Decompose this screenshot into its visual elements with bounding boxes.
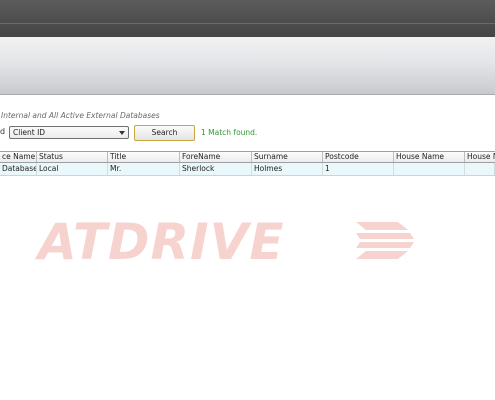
column-header-surname[interactable]: Surname [252,152,323,162]
title-bar [0,0,495,37]
column-header-forename[interactable]: ForeName [180,152,252,162]
column-header-postcode[interactable]: Postcode [323,152,394,162]
watermark-logo: ATDRIVE [38,212,418,274]
cell-title: Mr. [108,163,180,175]
column-header-house-name[interactable]: House Name [394,152,465,162]
search-scope-label: Internal and All Active External Databas… [1,111,160,120]
search-field-selected: Client ID [13,128,46,137]
title-bar-divider [0,23,495,24]
search-button[interactable]: Search [134,125,195,141]
watermark-stripes-icon [356,222,414,259]
watermark-text: ATDRIVE [38,213,285,271]
cell-house-name [394,163,465,175]
search-field-label: d [0,127,6,136]
cell-house-number [465,163,495,175]
cell-surname: Holmes [252,163,323,175]
grid-header: ce Name Status Title ForeName Surname Po… [0,151,495,163]
column-header-title[interactable]: Title [108,152,180,162]
cell-forename: Sherlock [180,163,252,175]
column-header-status[interactable]: Status [37,152,108,162]
table-row[interactable]: Database Local Mr. Sherlock Holmes 1 [0,163,495,176]
column-header-source-name[interactable]: ce Name [0,152,37,162]
cell-source-name: Database [2,163,37,175]
cell-postcode: 1 [323,163,394,175]
search-field-dropdown[interactable]: Client ID [9,126,129,139]
cell-status: Local [37,163,108,175]
column-header-house-number[interactable]: House N [465,152,495,162]
chevron-down-icon [119,131,125,135]
app-window: Internal and All Active External Databas… [0,0,495,400]
match-count-status: 1 Match found. [201,128,258,137]
results-grid: ce Name Status Title ForeName Surname Po… [0,151,495,176]
ribbon-toolbar [0,37,495,95]
